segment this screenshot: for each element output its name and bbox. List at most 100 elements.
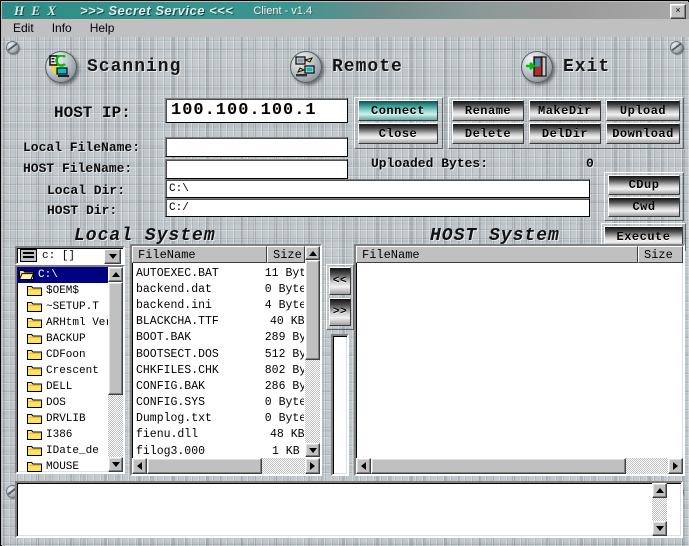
local-col-filename[interactable]: FileName (132, 246, 267, 263)
drive-select[interactable]: c: [] (15, 246, 125, 265)
file-name-cell: CONFIG.BAK (136, 380, 265, 393)
local-hscroll-thumb[interactable] (147, 458, 262, 474)
close-button[interactable]: Close (358, 123, 438, 144)
exit-button-label: Exit (563, 57, 610, 77)
send-right-button[interactable]: >> (329, 298, 351, 326)
uploaded-bytes-value: 0 (586, 156, 594, 171)
local-col-size[interactable]: Size (267, 246, 305, 263)
rename-button[interactable]: Rename (452, 100, 524, 121)
folder-icon (27, 285, 42, 297)
file-row[interactable]: CONFIG.BAK286 By (132, 378, 304, 394)
application-window: H E X >>> Secret Service <<< Client - v1… (0, 0, 689, 546)
tree-item-label: I386 (46, 429, 72, 441)
delete-button[interactable]: Delete (452, 123, 524, 144)
folder-icon (27, 381, 42, 393)
connect-button[interactable]: Connect (358, 100, 438, 121)
deldir-button[interactable]: DelDir (529, 123, 601, 144)
tree-scroll-up-button[interactable] (108, 267, 123, 282)
file-row[interactable]: Dumplog.txt0 Byte (132, 411, 304, 427)
tree-item[interactable]: MOUSE (17, 459, 109, 472)
tree-item[interactable]: IDate_de (17, 443, 109, 459)
folder-icon (27, 461, 42, 472)
scanning-button[interactable]: Scanning (45, 51, 181, 83)
tree-item[interactable]: ARHtml Ver (17, 315, 109, 331)
tree-item-label: CDFoon (46, 349, 86, 361)
tree-item[interactable]: ~SETUP.T (17, 299, 109, 315)
exit-door-icon (521, 51, 553, 83)
tree-item[interactable]: I386 (17, 427, 109, 443)
file-row[interactable]: AUTOEXEC.BAT11 Byt (132, 265, 304, 281)
file-name-cell: Dumplog.txt (136, 412, 265, 425)
menu-item-info[interactable]: Info (45, 20, 79, 36)
tree-item-label: MOUSE (46, 461, 79, 472)
tree-item-label: IDate_de (46, 445, 99, 457)
send-left-button[interactable]: << (329, 267, 351, 295)
menu-bar: Edit Info Help (2, 19, 689, 37)
tree-item[interactable]: DRVLIB (17, 411, 109, 427)
file-name-cell: BOOT.BAK (136, 331, 265, 344)
log-output[interactable] (15, 481, 683, 538)
file-name-cell: backend.dat (136, 283, 265, 296)
log-scroll-up-button[interactable] (652, 483, 667, 498)
download-button[interactable]: Download (606, 123, 680, 144)
file-size-cell: 11 Byt (265, 267, 304, 280)
scan-network-icon (45, 51, 77, 83)
local-dir-label: Local Dir: (47, 183, 125, 198)
menu-item-edit[interactable]: Edit (6, 20, 41, 36)
cwd-button[interactable]: Cwd (608, 197, 680, 217)
tree-item-label: $OEM$ (46, 285, 79, 297)
local-dir-input[interactable]: C:\ (165, 179, 590, 198)
host-ip-label: HOST IP: (54, 104, 131, 122)
file-row[interactable]: BOOTSECT.DOS512 By (132, 346, 304, 362)
file-row[interactable]: BOOT.BAK289 By (132, 330, 304, 346)
exit-button[interactable]: Exit (521, 51, 610, 83)
upload-button[interactable]: Upload (606, 100, 680, 121)
local-scroll-left-button[interactable] (132, 458, 147, 474)
host-hscroll-thumb[interactable] (371, 458, 626, 474)
menu-item-help[interactable]: Help (83, 20, 122, 36)
host-scroll-right-button[interactable] (668, 458, 683, 474)
tree-item[interactable]: DOS (17, 395, 109, 411)
local-scroll-down-button[interactable] (305, 443, 320, 457)
tree-item[interactable]: C:\ (17, 267, 109, 283)
tree-item-label: ARHtml Ver (46, 317, 109, 329)
local-scroll-up-button[interactable] (305, 246, 320, 260)
file-row[interactable]: CONFIG.SYS0 Byte (132, 395, 304, 411)
local-filename-input[interactable] (165, 137, 348, 157)
host-col-filename[interactable]: FileName (356, 246, 638, 263)
folder-icon (27, 349, 42, 361)
tree-item[interactable]: BACKUP (17, 331, 109, 347)
remote-button[interactable]: Remote (290, 51, 403, 83)
local-scroll-right-button[interactable] (305, 458, 320, 474)
tree-item-label: C:\ (38, 269, 58, 281)
file-row[interactable]: BLACKCHA.TTF40 KB (132, 314, 304, 330)
file-name-cell: CHKFILES.CHK (136, 364, 265, 377)
log-scroll-down-button[interactable] (652, 521, 667, 536)
tree-item[interactable]: DELL (17, 379, 109, 395)
host-col-size[interactable]: Size (638, 246, 683, 263)
cdup-button[interactable]: CDup (608, 175, 680, 195)
tree-scrollbar-thumb[interactable] (108, 282, 123, 395)
file-row[interactable]: backend.dat0 Byte (132, 281, 304, 297)
tree-scroll-down-button[interactable] (108, 457, 123, 472)
tree-item[interactable]: $OEM$ (17, 283, 109, 299)
tree-item[interactable]: Crescent (17, 363, 109, 379)
title-bar: H E X >>> Secret Service <<< Client - v1… (2, 2, 689, 19)
file-row[interactable]: filog3.0001 KB (132, 443, 304, 457)
file-row[interactable]: fienu.dll48 KB (132, 427, 304, 443)
close-icon[interactable]: × (670, 4, 686, 19)
local-file-list[interactable]: AUTOEXEC.BAT11 Bytbackend.dat0 Bytebacke… (130, 244, 322, 476)
chevron-down-icon[interactable] (104, 249, 121, 264)
local-vscroll-thumb[interactable] (305, 260, 320, 360)
file-size-cell: 4 Byte (265, 299, 304, 312)
host-ip-input[interactable]: 100.100.100.1 (165, 98, 348, 123)
host-file-list[interactable] (354, 244, 685, 476)
file-row[interactable]: CHKFILES.CHK802 By (132, 362, 304, 378)
host-dir-input[interactable]: C:/ (165, 198, 590, 217)
file-name-cell: filog3.000 (136, 445, 272, 457)
file-row[interactable]: backend.ini4 Byte (132, 297, 304, 313)
host-scroll-left-button[interactable] (356, 458, 371, 474)
makedir-button[interactable]: MakeDir (529, 100, 601, 121)
tree-item[interactable]: CDFoon (17, 347, 109, 363)
host-filename-input[interactable] (165, 159, 348, 179)
